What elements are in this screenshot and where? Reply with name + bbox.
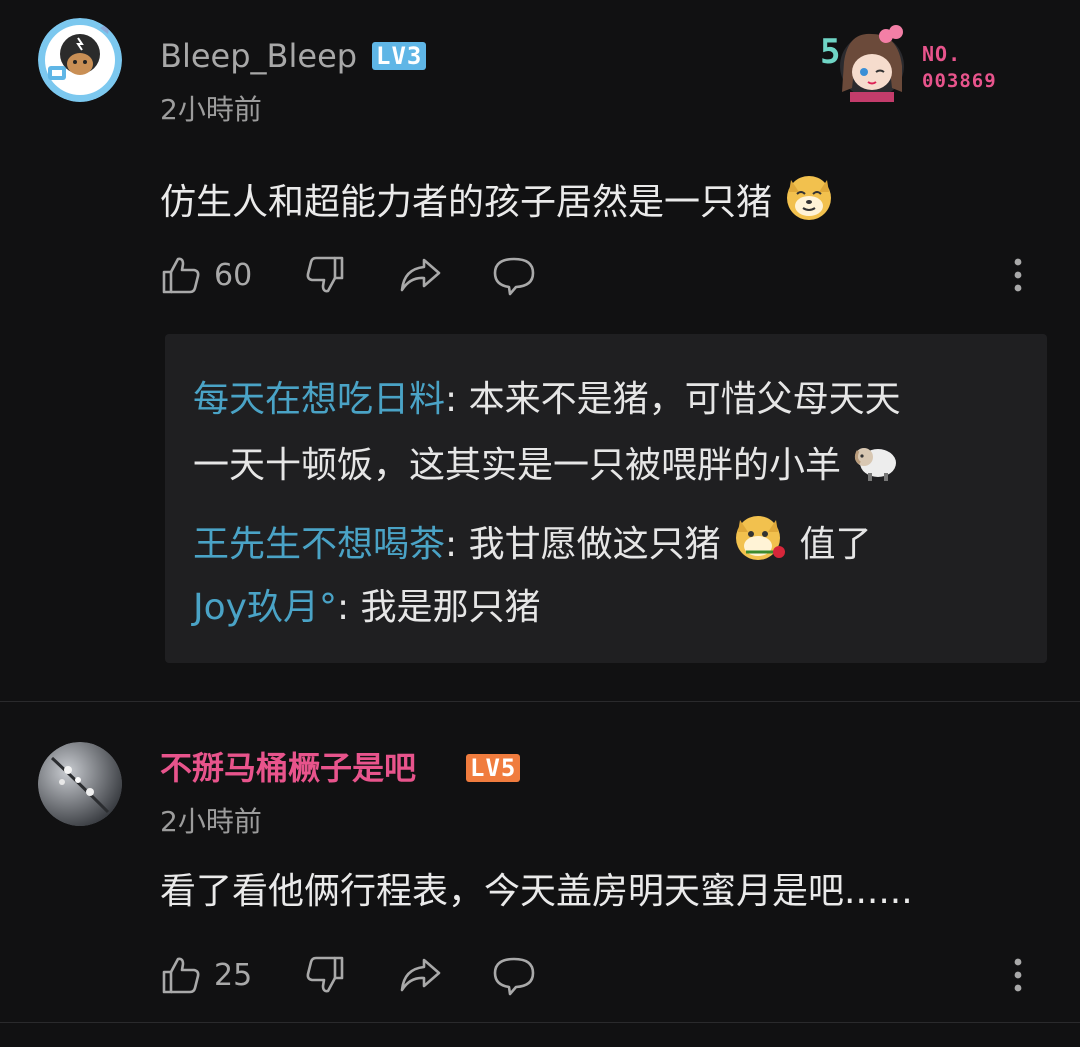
sheep-emoji [852,437,900,498]
comment-text: 看了看他俩行程表，今天盖房明天蜜月是吧...... [160,871,913,912]
reply-separator: : [336,587,361,628]
reply-separator: : [445,379,469,420]
share-button[interactable] [398,950,442,1000]
reply-icon [493,957,535,996]
comment-actions: 60 [160,250,1040,300]
reply-text: 本来不是猪，可惜父母天天 [468,379,901,420]
more-button[interactable] [1008,250,1028,300]
share-icon [400,958,441,992]
dislike-icon [306,256,344,293]
doge-rose-emoji [732,512,788,577]
more-icon [1014,958,1022,992]
reply-button[interactable] [492,950,536,1000]
reply-icon [493,257,535,296]
comment-time: 2小時前 [160,805,262,838]
like-button[interactable]: 25 [160,950,252,1000]
avatar[interactable] [38,742,122,826]
fan-badge[interactable]: 5 NO. 003869 [820,22,1020,104]
divider [0,1022,1080,1023]
reply-author[interactable]: 每天在想吃日料 [193,379,445,420]
like-button[interactable]: 60 [160,250,252,300]
like-count: 25 [214,957,253,993]
username[interactable]: 不掰马桶橛子是吧 [160,748,416,788]
comment-content: 仿生人和超能力者的孩子居然是一只猪 [160,170,835,235]
fan-badge-label: NO. [922,42,962,66]
dislike-button[interactable] [304,950,346,1000]
reply-author[interactable]: Joy玖月° [193,587,337,628]
more-button[interactable] [1008,950,1028,1000]
reply-text: 一天十顿饭，这其实是一只被喂胖的小羊 [193,445,842,486]
share-icon [400,258,441,292]
username[interactable]: Bleep_Bleep [160,36,357,76]
comment-actions: 25 [160,950,1040,1000]
like-icon [162,257,200,294]
reply-button[interactable] [492,250,536,300]
reply-item-continued[interactable]: 一天十顿饭，这其实是一只被喂胖的小羊 [193,437,900,498]
reply-author[interactable]: 王先生不想喝茶 [193,524,445,565]
more-icon [1014,258,1022,292]
level-badge: LV5 [466,754,521,782]
reply-item[interactable]: 王先生不想喝茶: 我甘愿做这只猪 值了 [193,512,872,577]
comment-text: 仿生人和超能力者的孩子居然是一只猪 [160,182,773,223]
reply-text: 我是那只猪 [360,587,541,628]
comment-content: 看了看他俩行程表，今天盖房明天蜜月是吧...... [160,868,913,916]
reply-item[interactable]: 每天在想吃日料: 本来不是猪，可惜父母天天 [193,376,901,424]
comment-item: 不掰马桶橛子是吧 LV5 2小時前 看了看他俩行程表，今天盖房明天蜜月是吧...… [0,702,1080,1024]
replies-preview[interactable]: 每天在想吃日料: 本来不是猪，可惜父母天天 一天十顿饭，这其实是一只被喂胖的小羊… [165,334,1047,663]
comment-item: Bleep_Bleep LV3 5 NO. 003869 2小時前 仿生人和超能… [0,0,1080,702]
like-count: 60 [214,257,253,293]
reply-text-after: 值了 [799,524,872,565]
share-button[interactable] [398,250,442,300]
fan-rank: 5 [820,32,841,72]
dislike-button[interactable] [304,250,346,300]
dislike-icon [306,956,344,993]
fan-badge-number: 003869 [922,70,997,92]
doge-emoji [783,170,835,235]
avatar[interactable] [38,18,122,102]
comment-time: 2小時前 [160,93,262,126]
reply-separator: : [445,524,469,565]
reply-item[interactable]: Joy玖月°: 我是那只猪 [193,584,541,632]
level-badge: LV3 [372,42,427,70]
reply-text: 我甘愿做这只猪 [468,524,721,565]
like-icon [162,957,200,994]
